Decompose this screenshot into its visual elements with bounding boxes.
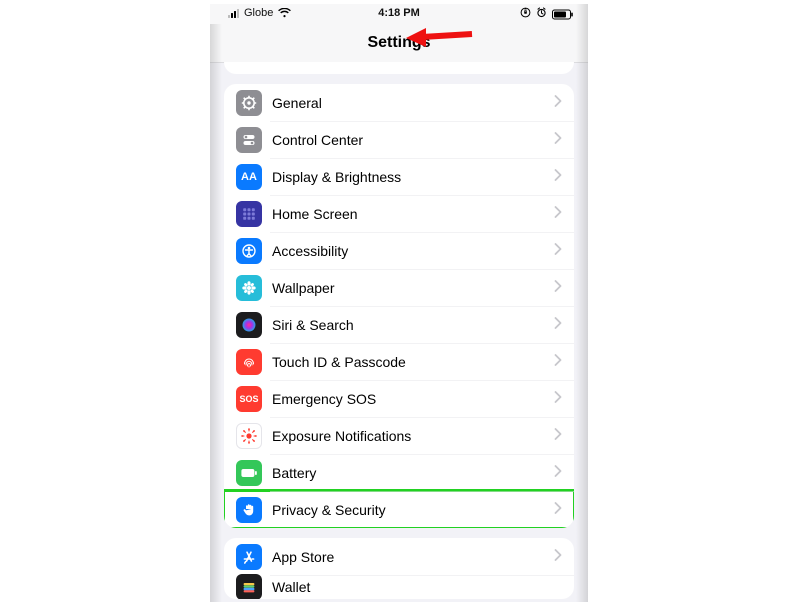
chevron-right-icon (554, 205, 562, 223)
row-label: Emergency SOS (272, 391, 554, 407)
battery-icon (552, 9, 574, 20)
settings-row-display-brightness[interactable]: AA Display & Brightness (224, 158, 574, 195)
settings-row-privacy-security[interactable]: Privacy & Security (224, 491, 574, 528)
settings-row-exposure-notifications[interactable]: Exposure Notifications (224, 417, 574, 454)
siri-icon (236, 312, 262, 338)
battery-row-icon (236, 460, 262, 486)
row-label: Touch ID & Passcode (272, 354, 554, 370)
wallet-icon (236, 574, 262, 599)
chevron-right-icon (554, 316, 562, 334)
row-label: Display & Brightness (272, 169, 554, 185)
hand-icon (236, 497, 262, 523)
orientation-lock-icon (520, 7, 531, 21)
settings-row-emergency-sos[interactable]: SOS Emergency SOS (224, 380, 574, 417)
row-label: Accessibility (272, 243, 554, 259)
settings-row-battery[interactable]: Battery (224, 454, 574, 491)
wallpaper-icon (236, 275, 262, 301)
exposure-icon (236, 423, 262, 449)
settings-group-previous-tail (224, 62, 574, 74)
navigation-bar: Settings (210, 24, 588, 63)
sos-icon: SOS (236, 386, 262, 412)
settings-row-wallpaper[interactable]: Wallpaper (224, 269, 574, 306)
settings-row-wallet[interactable]: Wallet (224, 575, 574, 599)
home-grid-icon (236, 201, 262, 227)
row-label: General (272, 95, 554, 111)
settings-row-touch-id[interactable]: Touch ID & Passcode (224, 343, 574, 380)
row-label: App Store (272, 549, 554, 565)
chevron-right-icon (554, 548, 562, 566)
gear-icon (236, 90, 262, 116)
app-store-icon (236, 544, 262, 570)
chevron-right-icon (554, 94, 562, 112)
row-label: Wallet (272, 579, 562, 595)
row-label: Privacy & Security (272, 502, 554, 518)
text-size-icon: AA (236, 164, 262, 190)
chevron-right-icon (554, 353, 562, 371)
row-label: Siri & Search (272, 317, 554, 333)
row-label: Home Screen (272, 206, 554, 222)
chevron-right-icon (554, 168, 562, 186)
alarm-icon (536, 7, 547, 21)
chevron-right-icon (554, 501, 562, 519)
settings-row-control-center[interactable]: Control Center (224, 121, 574, 158)
settings-row-general[interactable]: General (224, 84, 574, 121)
accessibility-icon (236, 238, 262, 264)
chevron-right-icon (554, 390, 562, 408)
fingerprint-icon (236, 349, 262, 375)
status-bar: Globe 4:18 PM (210, 4, 588, 24)
settings-row-app-store[interactable]: App Store (224, 538, 574, 575)
settings-screen: Globe 4:18 PM Settings (210, 4, 588, 602)
settings-row-home-screen[interactable]: Home Screen (224, 195, 574, 232)
chevron-right-icon (554, 242, 562, 260)
row-label: Control Center (272, 132, 554, 148)
settings-group-store: App Store Wallet (224, 538, 574, 599)
settings-row-siri[interactable]: Siri & Search (224, 306, 574, 343)
settings-row-accessibility[interactable]: Accessibility (224, 232, 574, 269)
chevron-right-icon (554, 464, 562, 482)
chevron-right-icon (554, 279, 562, 297)
page-title: Settings (367, 34, 430, 52)
chevron-right-icon (554, 131, 562, 149)
chevron-right-icon (554, 427, 562, 445)
settings-group-main: General Control Center AA Display & Brig… (224, 84, 574, 528)
row-label: Battery (272, 465, 554, 481)
row-label: Exposure Notifications (272, 428, 554, 444)
switches-icon (236, 127, 262, 153)
row-label: Wallpaper (272, 280, 554, 296)
